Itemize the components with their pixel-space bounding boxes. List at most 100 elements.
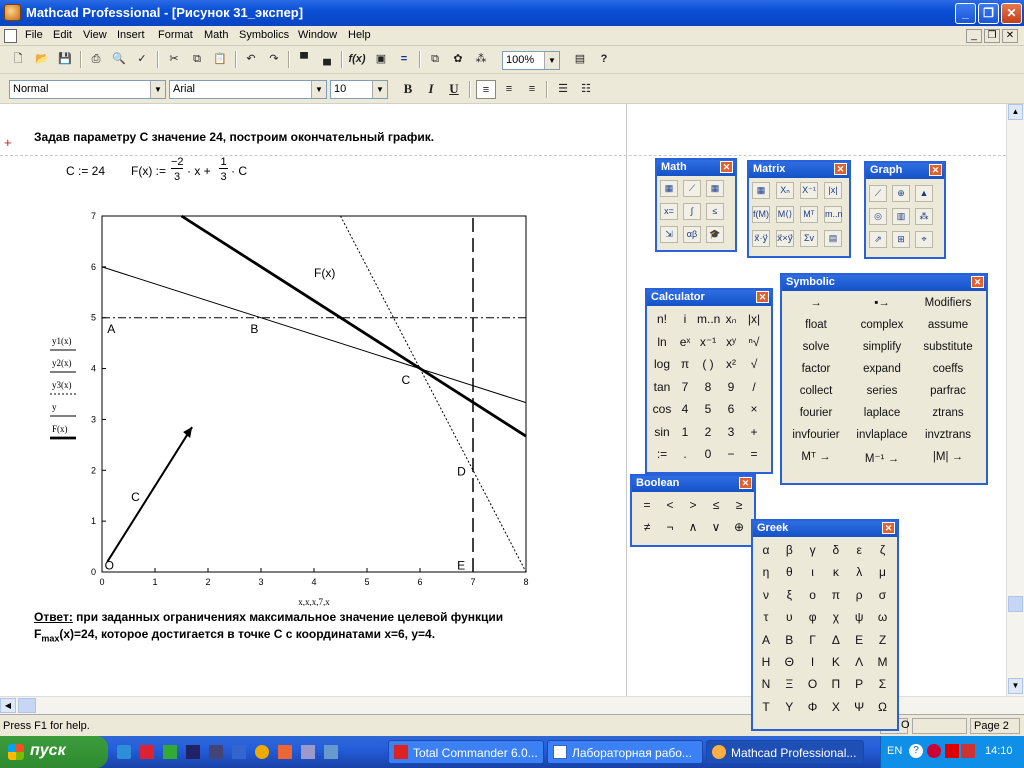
- greek-button[interactable]: Ο: [802, 677, 824, 691]
- boolean-icon[interactable]: ≤: [706, 203, 724, 220]
- calculator-button[interactable]: ( ): [697, 357, 719, 371]
- numbering-icon[interactable]: ☷: [576, 80, 596, 99]
- greek-button[interactable]: κ: [825, 565, 847, 579]
- quicklaunch-media-icon[interactable]: [255, 745, 269, 759]
- greek-palette[interactable]: Greek ✕ αβγδεζ ηθικλμ νξοπρσ τυφχψω ΑΒΓΔΕΖ ΗΘΙ…: [751, 519, 899, 731]
- greek-button[interactable]: ο: [802, 588, 824, 602]
- symbolic-button[interactable]: collect: [784, 385, 848, 397]
- calculator-button[interactable]: tan: [651, 380, 673, 394]
- scroll-left-icon[interactable]: ◀: [0, 698, 16, 713]
- greek-button[interactable]: Κ: [825, 655, 847, 669]
- symbolic-button[interactable]: →: [784, 297, 848, 309]
- greek-icon[interactable]: αβ: [683, 226, 701, 243]
- mathcad-app-icon[interactable]: [4, 4, 21, 21]
- new-icon[interactable]: 🗋: [8, 50, 28, 69]
- calculator-button[interactable]: n!: [651, 312, 673, 326]
- undo-icon[interactable]: ↶: [241, 50, 261, 69]
- doc-restore-button[interactable]: ❐: [984, 29, 1000, 43]
- contour-icon[interactable]: ◎: [869, 208, 887, 225]
- language-indicator[interactable]: EN: [887, 745, 902, 757]
- zoom-select[interactable]: 100% ▼: [502, 51, 560, 70]
- greek-button[interactable]: ι: [802, 565, 824, 579]
- calculator-button[interactable]: xʸ: [720, 335, 742, 349]
- calculator-button[interactable]: +: [743, 425, 765, 439]
- math-palette-header[interactable]: Math ✕: [657, 160, 735, 176]
- doc-minimize-button[interactable]: _: [966, 29, 982, 43]
- answer-line-1[interactable]: Ответ: при заданных ограничениях максима…: [34, 610, 503, 624]
- boolean-button[interactable]: ∧: [682, 520, 704, 534]
- symbolic-button[interactable]: complex: [850, 319, 914, 331]
- symbolic-button[interactable]: ztrans: [916, 407, 980, 419]
- hscroll-thumb[interactable]: [18, 698, 36, 713]
- greek-button[interactable]: Β: [778, 633, 800, 647]
- matrix-op-button[interactable]: M⟨⟩: [776, 206, 794, 223]
- greek-button[interactable]: μ: [872, 565, 894, 579]
- greek-button[interactable]: φ: [802, 610, 824, 624]
- matrix-op-button[interactable]: x⃗·y⃗: [752, 230, 770, 247]
- answer-line-2[interactable]: Fmax(x)=24, которое достигается в точке …: [34, 627, 435, 643]
- calculator-button[interactable]: 4: [674, 402, 696, 416]
- open-icon[interactable]: 📂: [32, 50, 52, 69]
- help-icon[interactable]: ?: [594, 50, 614, 69]
- greek-button[interactable]: τ: [755, 610, 777, 624]
- greek-button[interactable]: Ψ: [848, 700, 870, 714]
- calculator-button[interactable]: 2: [697, 425, 719, 439]
- greek-button[interactable]: Δ: [825, 633, 847, 647]
- menu-help[interactable]: Help: [348, 29, 371, 41]
- greek-button[interactable]: Μ: [872, 655, 894, 669]
- greek-button[interactable]: υ: [778, 610, 800, 624]
- greek-button[interactable]: Ι: [802, 655, 824, 669]
- calculator-button[interactable]: ×: [743, 402, 765, 416]
- close-icon[interactable]: ✕: [929, 164, 942, 176]
- calculator-button[interactable]: |x|: [743, 312, 765, 326]
- symbolic-button[interactable]: fourier: [784, 407, 848, 419]
- calculator-button[interactable]: m..n: [697, 312, 720, 326]
- print-icon[interactable]: ⎙: [86, 50, 106, 69]
- greek-button[interactable]: Τ: [755, 700, 777, 714]
- surface-plot-icon[interactable]: ▲: [915, 185, 933, 202]
- cut-icon[interactable]: ✂: [164, 50, 184, 69]
- greek-button[interactable]: ω: [872, 610, 894, 624]
- font-select[interactable]: Arial ▼: [169, 80, 327, 99]
- greek-button[interactable]: Γ: [802, 633, 824, 647]
- greek-button[interactable]: ξ: [778, 588, 800, 602]
- menu-file[interactable]: File: [25, 29, 43, 41]
- align-right-icon[interactable]: ≡: [522, 80, 542, 99]
- greek-button[interactable]: Ν: [755, 677, 777, 691]
- greek-button[interactable]: Υ: [778, 700, 800, 714]
- greek-button[interactable]: χ: [825, 610, 847, 624]
- calculator-button[interactable]: :=: [651, 447, 673, 461]
- calculate-icon[interactable]: =: [394, 50, 414, 69]
- close-icon[interactable]: ✕: [720, 161, 733, 173]
- greek-button[interactable]: Ω: [872, 700, 894, 714]
- calculator-button[interactable]: /: [743, 380, 765, 394]
- chevron-down-icon[interactable]: ▼: [311, 81, 326, 98]
- quicklaunch-opera-icon[interactable]: [278, 745, 292, 759]
- symbolic-button[interactable]: invztrans: [916, 429, 980, 441]
- align-down-icon[interactable]: ▄: [317, 50, 337, 69]
- greek-button[interactable]: Η: [755, 655, 777, 669]
- greek-button[interactable]: γ: [802, 543, 824, 557]
- quicklaunch-ie-icon[interactable]: [117, 745, 131, 759]
- calculator-button[interactable]: x²: [720, 357, 742, 371]
- resource-center-icon[interactable]: ✿: [448, 50, 468, 69]
- menu-symbolics[interactable]: Symbolics: [239, 29, 289, 41]
- eval-icon[interactable]: x=: [660, 203, 678, 220]
- boolean-palette-header[interactable]: Boolean ✕: [632, 476, 754, 492]
- underline-button[interactable]: U: [444, 80, 464, 99]
- greek-button[interactable]: δ: [825, 543, 847, 557]
- symbolic-button[interactable]: series: [850, 385, 914, 397]
- matrix-op-button[interactable]: X⁻¹: [800, 182, 818, 199]
- quicklaunch-doc-icon[interactable]: [301, 745, 315, 759]
- symbolic-icon[interactable]: 🎓: [706, 226, 724, 243]
- greek-button[interactable]: σ: [872, 588, 894, 602]
- matrix-op-button[interactable]: |x|: [824, 182, 842, 199]
- calculator-button[interactable]: 9: [720, 380, 742, 394]
- symbolic-button[interactable]: simplify: [850, 341, 914, 353]
- ati-tray-icon[interactable]: [961, 744, 975, 758]
- matrix-palette-header[interactable]: Matrix ✕: [749, 162, 849, 178]
- bold-button[interactable]: B: [398, 80, 418, 99]
- style-select[interactable]: Normal ▼: [9, 80, 166, 99]
- symbolic-button[interactable]: ▪→: [850, 297, 914, 309]
- boolean-button[interactable]: ∨: [705, 520, 727, 534]
